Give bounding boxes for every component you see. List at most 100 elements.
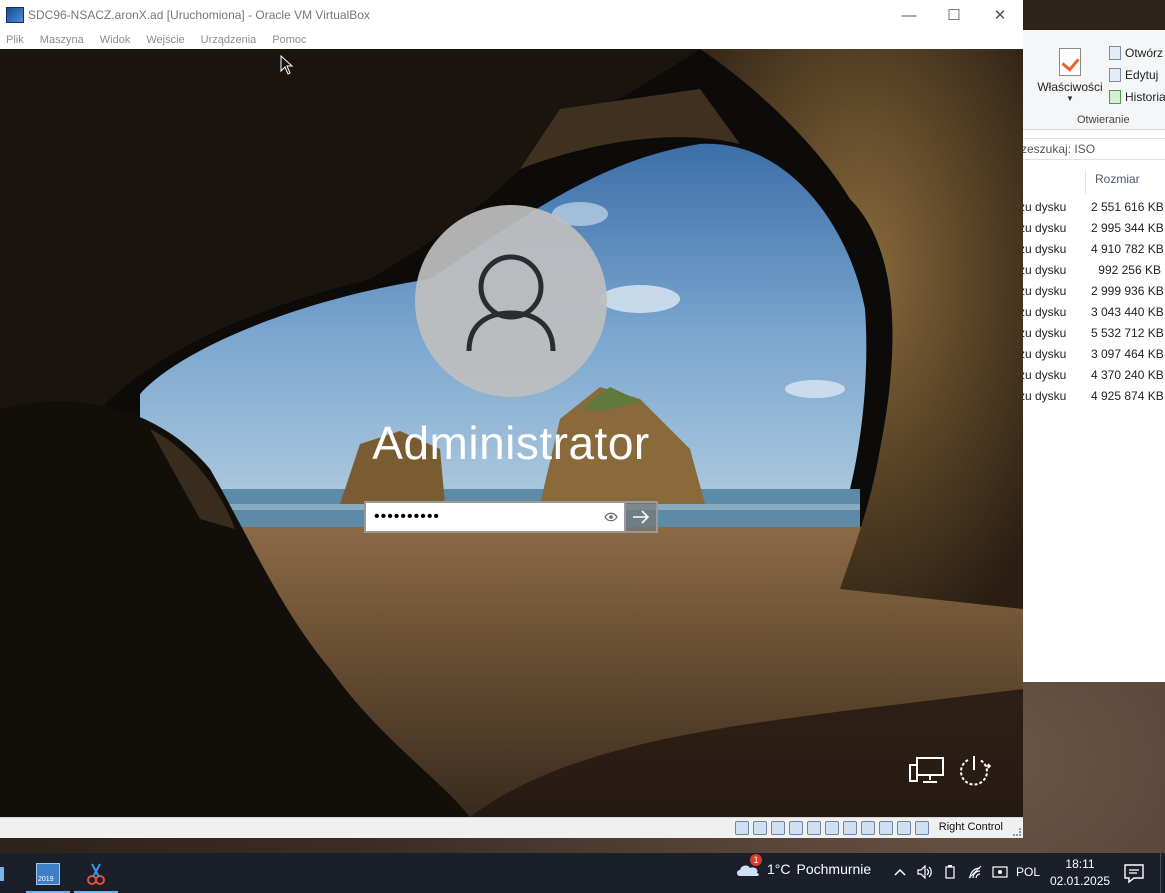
column-header-size[interactable]: Rozmiar	[1085, 170, 1140, 194]
file-explorer-window: Właściwości ▼ Otwórz Edytuj Historia Otw…	[1018, 30, 1165, 682]
show-desktop-button[interactable]	[1160, 853, 1161, 893]
file-row[interactable]: zu dysku 3 043 440 KB	[1019, 301, 1165, 322]
properties-icon	[1059, 48, 1081, 76]
network-icon	[909, 757, 944, 783]
submit-button[interactable]	[626, 501, 658, 533]
status-bar: Right Control	[0, 817, 1023, 838]
menu-item-plik[interactable]: Plik	[6, 34, 24, 46]
clock[interactable]: 18:11 02.01.2025	[1050, 856, 1110, 890]
history-button[interactable]: Historia	[1109, 88, 1165, 106]
usb-icon[interactable]	[807, 821, 821, 835]
cpu-icon[interactable]	[879, 821, 893, 835]
username-label: Administrator	[372, 417, 650, 469]
file-type: zu dysku	[1019, 325, 1067, 340]
menu-item-maszyna[interactable]: Maszyna	[40, 34, 84, 46]
resize-grip[interactable]	[1013, 828, 1021, 836]
menu-item-urządzenia[interactable]: Urządzenia	[201, 34, 257, 46]
shared-folder-icon[interactable]	[825, 821, 839, 835]
display-icon[interactable]	[843, 821, 857, 835]
search-input[interactable]: zeszukaj: ISO	[1019, 138, 1165, 160]
mouse-integration-icon[interactable]	[897, 821, 911, 835]
server-manager-icon[interactable]: 2019	[26, 857, 70, 893]
open-icon	[1109, 46, 1121, 60]
system-tray	[892, 863, 1008, 881]
hard-disk-icon[interactable]	[735, 821, 749, 835]
file-list: zu dysku 2 551 616 KB zu dysku 2 995 344 KB…	[1019, 196, 1165, 406]
eye-icon[interactable]	[598, 504, 624, 530]
menu-bar: Plik Maszyna Widok Wejście Urządzenia Pomoc	[0, 30, 1023, 50]
menu-item-widok[interactable]: Widok	[100, 34, 131, 46]
desktop: Właściwości ▼ Otwórz Edytuj Historia Otw…	[0, 0, 1165, 893]
password-mask: ••••••••••	[374, 508, 441, 525]
maximize-button[interactable]: ☐	[931, 0, 977, 30]
file-row[interactable]: zu dysku 2 995 344 KB	[1019, 217, 1165, 238]
edit-icon	[1109, 68, 1121, 82]
snipping-tool-icon[interactable]	[74, 857, 118, 893]
file-row[interactable]: zu dysku 4 370 240 KB	[1019, 364, 1165, 385]
file-row[interactable]: zu dysku 3 097 464 KB	[1019, 343, 1165, 364]
audio-icon[interactable]	[771, 821, 785, 835]
volume-icon[interactable]	[917, 863, 933, 881]
weather-condition: Pochmurnie	[796, 861, 872, 877]
mouse-cursor-icon	[280, 55, 294, 75]
arrow-right-icon	[633, 510, 650, 524]
partial-taskbar-icon[interactable]	[0, 857, 10, 891]
host-key-label[interactable]: Right Control	[939, 821, 1003, 833]
arrow-down-icon[interactable]	[915, 821, 929, 835]
chevron-down-icon: ▼	[1066, 94, 1074, 103]
password-field[interactable]: ••••••••••	[364, 501, 626, 533]
file-row[interactable]: zu dysku 992 256 KB	[1019, 259, 1165, 280]
file-row[interactable]: zu dysku 2 551 616 KB	[1019, 196, 1165, 217]
virtualbox-icon	[6, 7, 24, 23]
file-size: 2 551 616 KB	[1091, 199, 1164, 214]
defender-icon[interactable]	[992, 863, 1008, 881]
menu-item-pomoc[interactable]: Pomoc	[272, 34, 306, 46]
user-icon	[466, 254, 556, 352]
file-type: zu dysku	[1019, 388, 1067, 403]
file-size: 3 043 440 KB	[1091, 304, 1164, 319]
clock-time: 18:11	[1065, 857, 1095, 871]
notification-icon	[1124, 864, 1144, 884]
minimize-button[interactable]: —	[886, 0, 932, 30]
power-button[interactable]	[956, 754, 992, 788]
open-label: Otwórz	[1125, 46, 1164, 60]
edit-button[interactable]: Edytuj	[1109, 66, 1158, 84]
file-size: 4 925 874 KB	[1091, 388, 1164, 403]
file-type: zu dysku	[1019, 262, 1067, 277]
file-type: zu dysku	[1019, 346, 1067, 361]
video-capture-icon[interactable]	[861, 821, 875, 835]
explorer-ribbon: Właściwości ▼ Otwórz Edytuj Historia Otw…	[1019, 30, 1165, 130]
weather-badge: 1	[750, 854, 762, 866]
file-row[interactable]: zu dysku 4 910 782 KB	[1019, 238, 1165, 259]
history-label: Historia	[1125, 90, 1165, 104]
weather-widget[interactable]: 1 1°C Pochmurnie	[735, 854, 872, 877]
file-row[interactable]: zu dysku 5 532 712 KB	[1019, 322, 1165, 343]
open-button[interactable]: Otwórz	[1109, 44, 1163, 62]
battery-icon[interactable]	[942, 863, 958, 881]
language-indicator[interactable]: POL	[1016, 865, 1040, 879]
vm-screen[interactable]: Administrator ••••••••••	[0, 49, 1023, 817]
chevron-up-icon[interactable]	[892, 863, 908, 881]
file-size: 5 532 712 KB	[1091, 325, 1164, 340]
file-type: zu dysku	[1019, 283, 1067, 298]
close-button[interactable]: ✕	[977, 0, 1023, 30]
edit-label: Edytuj	[1125, 68, 1159, 82]
notification-button[interactable]	[1123, 862, 1145, 884]
optical-drive-icon[interactable]	[753, 821, 767, 835]
wifi-icon[interactable]	[967, 863, 983, 881]
file-type: zu dysku	[1019, 220, 1067, 235]
network-button[interactable]	[909, 755, 945, 787]
status-indicators	[735, 821, 929, 835]
window-title: SDC96-NSACZ.aronX.ad [Uruchomiona] - Ora…	[28, 8, 370, 22]
file-row[interactable]: zu dysku 4 925 874 KB	[1019, 385, 1165, 406]
file-type: zu dysku	[1019, 241, 1067, 256]
properties-button[interactable]: Właściwości ▼	[1037, 44, 1103, 110]
network-adapter-icon[interactable]	[789, 821, 803, 835]
file-type: zu dysku	[1019, 367, 1067, 382]
server-manager-label: 2019	[38, 876, 54, 883]
ribbon-group-label: Otwieranie	[1077, 114, 1130, 126]
menu-item-wejście[interactable]: Wejście	[146, 34, 184, 46]
file-size: 2 995 344 KB	[1091, 220, 1164, 235]
file-row[interactable]: zu dysku 2 999 936 KB	[1019, 280, 1165, 301]
taskbar: 2019 1 1°C Pochmurnie POL 18:11 02.01.20…	[0, 853, 1165, 893]
